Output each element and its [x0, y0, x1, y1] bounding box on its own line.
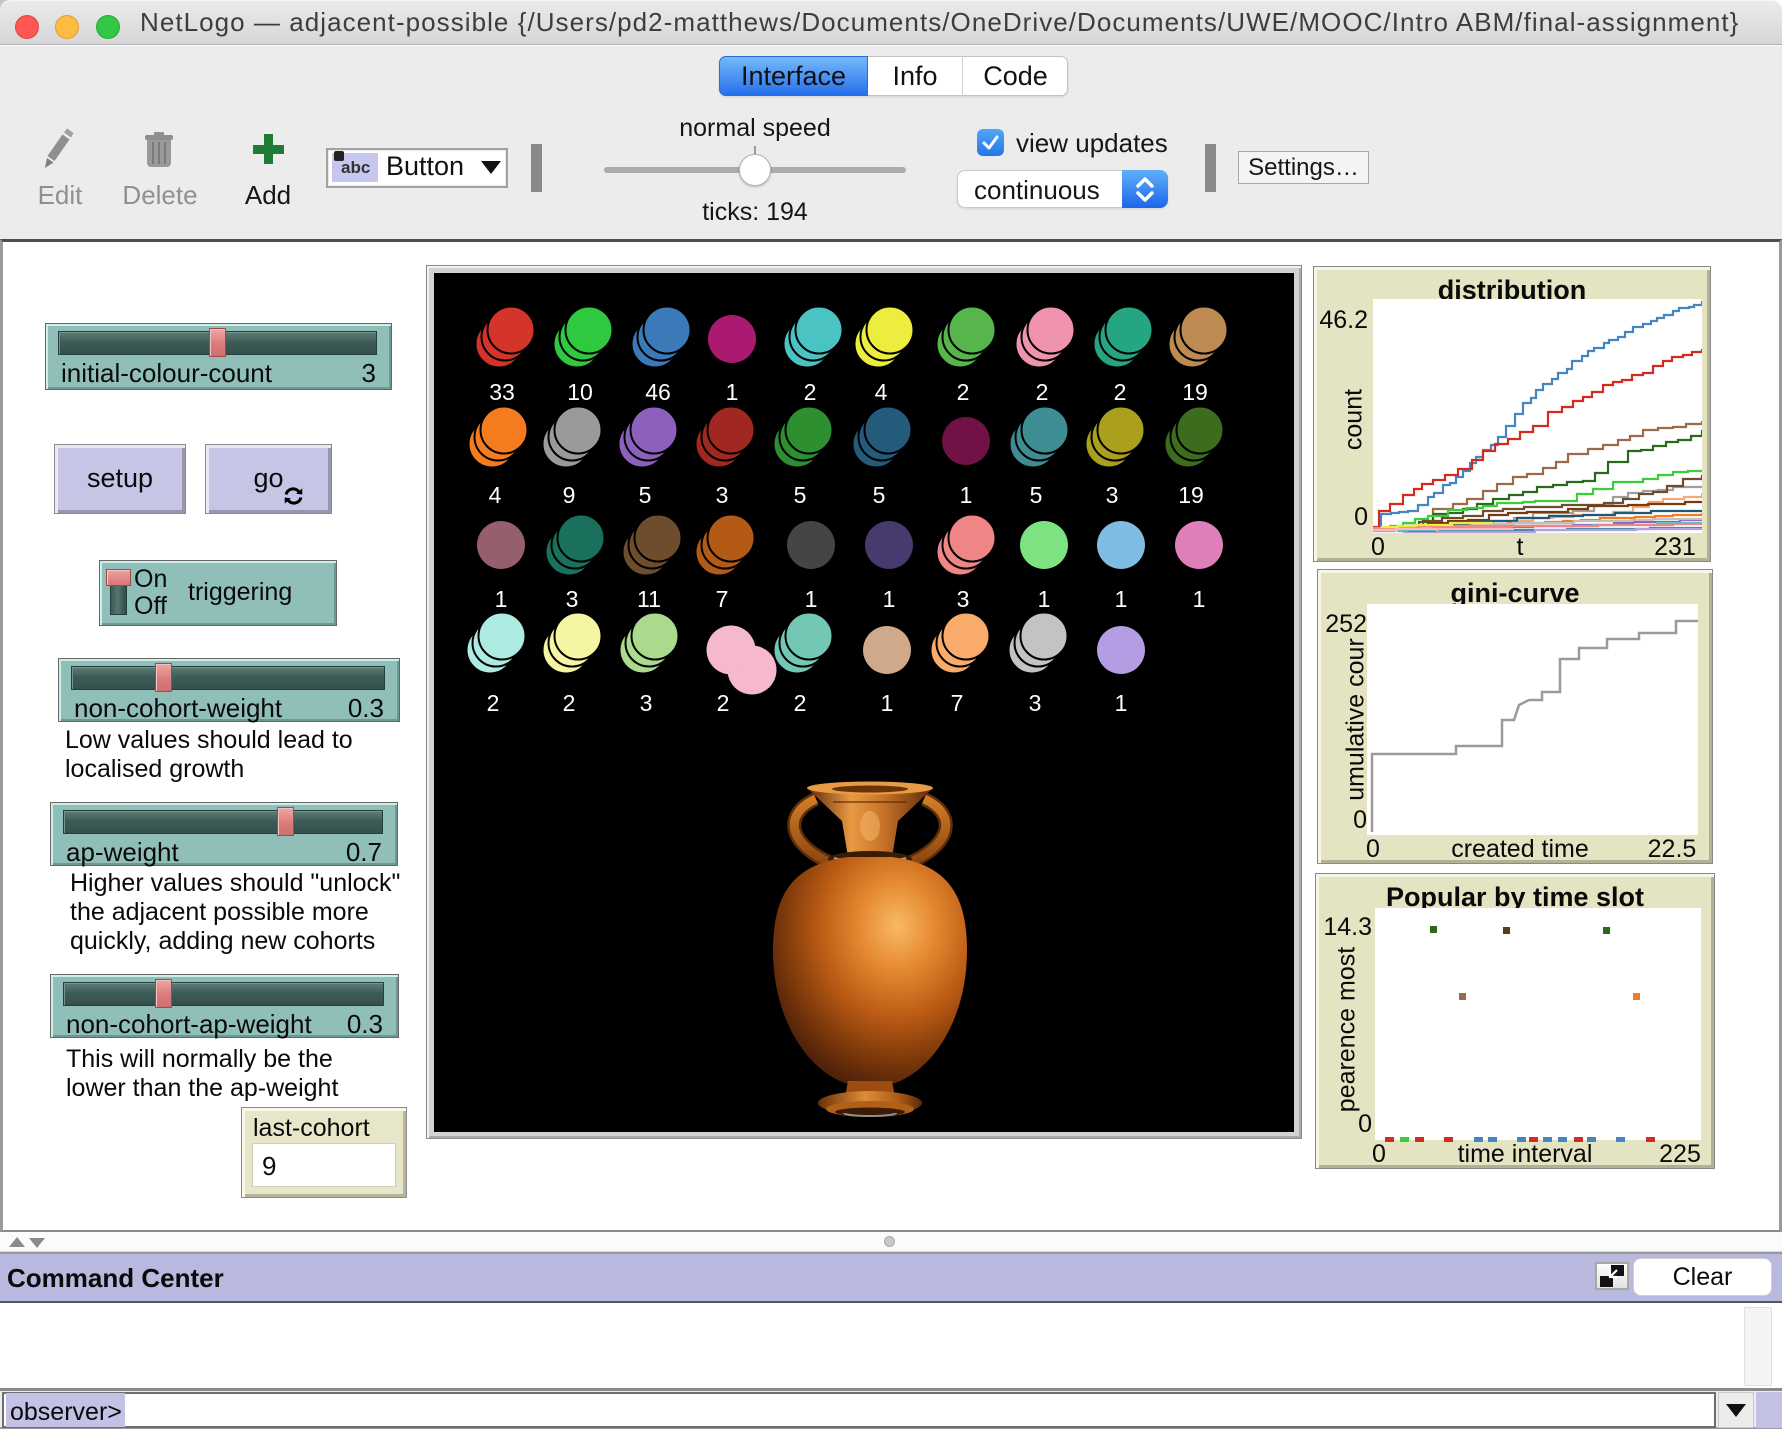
- svg-text:2: 2: [563, 690, 576, 716]
- svg-text:46: 46: [645, 379, 671, 405]
- svg-text:2: 2: [1114, 379, 1127, 405]
- svg-text:1: 1: [1115, 690, 1128, 716]
- svg-text:4: 4: [489, 482, 502, 508]
- svg-text:2: 2: [487, 690, 500, 716]
- svg-text:1: 1: [805, 586, 818, 612]
- svg-text:2: 2: [717, 690, 730, 716]
- svg-text:1: 1: [883, 586, 896, 612]
- svg-text:7: 7: [951, 690, 964, 716]
- svg-text:2: 2: [957, 379, 970, 405]
- svg-text:2: 2: [794, 690, 807, 716]
- svg-text:1: 1: [1115, 586, 1128, 612]
- svg-text:3: 3: [566, 586, 579, 612]
- svg-text:7: 7: [716, 586, 729, 612]
- svg-text:5: 5: [639, 482, 652, 508]
- svg-text:5: 5: [794, 482, 807, 508]
- svg-text:3: 3: [716, 482, 729, 508]
- svg-text:1: 1: [881, 690, 894, 716]
- svg-text:3: 3: [640, 690, 653, 716]
- svg-text:2: 2: [804, 379, 817, 405]
- svg-text:33: 33: [489, 379, 515, 405]
- svg-text:2: 2: [1036, 379, 1049, 405]
- svg-text:19: 19: [1182, 379, 1208, 405]
- svg-text:11: 11: [637, 586, 661, 612]
- svg-text:1: 1: [960, 482, 973, 508]
- svg-text:5: 5: [873, 482, 886, 508]
- svg-text:1: 1: [726, 379, 739, 405]
- svg-text:9: 9: [563, 482, 576, 508]
- svg-text:5: 5: [1030, 482, 1043, 508]
- svg-text:19: 19: [1178, 482, 1204, 508]
- svg-text:10: 10: [567, 379, 593, 405]
- svg-text:4: 4: [875, 379, 888, 405]
- svg-text:3: 3: [1029, 690, 1042, 716]
- svg-text:1: 1: [1038, 586, 1051, 612]
- svg-text:1: 1: [495, 586, 508, 612]
- svg-text:3: 3: [1106, 482, 1119, 508]
- svg-text:1: 1: [1193, 586, 1206, 612]
- svg-text:3: 3: [957, 586, 970, 612]
